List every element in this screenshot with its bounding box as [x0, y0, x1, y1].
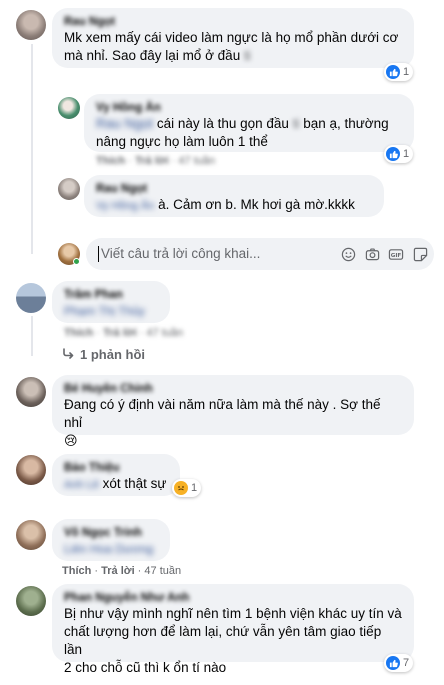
- comment-text-line: Rau Ngọt cái này là thu gọn đầu ti bạn ạ…: [96, 116, 389, 131]
- comment-bubble: Trâm Phan Phạm Thị Thủy: [52, 281, 170, 323]
- like-icon: [386, 147, 400, 161]
- timestamp[interactable]: 47 tuần: [178, 155, 215, 167]
- comment-author[interactable]: Vy Hồng Ân: [96, 101, 402, 115]
- reply-link[interactable]: Trả lời: [135, 155, 169, 167]
- reaction-count: 1: [191, 482, 198, 494]
- haha-icon: [174, 481, 188, 495]
- gif-icon[interactable]: GIF: [388, 246, 404, 262]
- view-replies-link[interactable]: 1 phản hồi: [62, 347, 145, 362]
- mention-link[interactable]: Vy Hồng Ân: [96, 200, 154, 212]
- reply-link[interactable]: Trả lời: [101, 565, 135, 577]
- svg-text:GIF: GIF: [391, 252, 402, 258]
- comment-text-line: mà nhỉ. Sao đây lại mổ ở đầu ti: [64, 48, 251, 63]
- comment-bubble: Bảo Thiệu Anh Lê xót thật sự: [52, 454, 180, 496]
- comment-text-tag[interactable]: Liên Hoa Dương: [64, 540, 158, 558]
- comment-bubble: Vy Hồng Ân Rau Ngọt cái này là thu gọn đ…: [84, 94, 414, 152]
- reaction-summary[interactable]: 1: [384, 145, 414, 163]
- timestamp[interactable]: 47 tuần: [144, 565, 181, 577]
- reply-arrow-icon: [62, 347, 74, 362]
- comment-text-line: Mk xem mấy cái video làm ngực là họ mổ p…: [64, 30, 399, 45]
- reply-input[interactable]: Viết câu trả lời công khai... GIF: [86, 238, 434, 270]
- thread-line: [31, 316, 33, 356]
- like-icon: [386, 65, 400, 79]
- reply-input-placeholder[interactable]: Viết câu trả lời công khai...: [98, 246, 340, 263]
- comment-text-line: chất lượng hơn để làm lại, chứ vẫn yên t…: [64, 624, 382, 657]
- comment-meta: Thích · Trả lời · 47 tuần: [96, 155, 216, 167]
- comment-author[interactable]: Bảo Thiệu: [64, 461, 168, 475]
- reaction-summary[interactable]: 7: [384, 654, 414, 672]
- comment-text-line: Anh Lê xót thật sự: [64, 476, 167, 491]
- emoji-icon[interactable]: [340, 246, 356, 262]
- like-link[interactable]: Thích: [96, 155, 125, 167]
- reaction-count: 1: [403, 148, 410, 160]
- avatar[interactable]: [16, 586, 46, 616]
- comment-emoji: 😢: [64, 433, 78, 448]
- mention-link[interactable]: Rau Ngọt: [96, 116, 153, 131]
- avatar[interactable]: [16, 283, 46, 313]
- comment-text-tag[interactable]: Phạm Thị Thủy: [64, 302, 158, 320]
- comment-text-line: Bị như vậy mình nghĩ nên tìm 1 bệnh viện…: [64, 606, 402, 621]
- comment-author[interactable]: Bé Huyền Chinh: [64, 382, 402, 396]
- comment-bubble: Võ Ngọc Trinh Liên Hoa Dương: [52, 519, 170, 561]
- reaction-summary[interactable]: 1: [172, 479, 202, 497]
- avatar[interactable]: [58, 97, 80, 119]
- comment-text-blurred: ti: [243, 48, 251, 63]
- thread-line: [31, 44, 33, 254]
- like-icon: [386, 656, 400, 670]
- avatar[interactable]: [16, 377, 46, 407]
- comment-bubble: Rau Ngọt Vy Hồng Ân à. Cảm ơn b. Mk hơi …: [84, 175, 384, 217]
- online-status-dot: [73, 258, 80, 265]
- comment-author[interactable]: Rau Ngọt: [96, 182, 372, 196]
- mention-link[interactable]: Anh Lê: [64, 479, 99, 491]
- timestamp[interactable]: 47 tuần: [146, 327, 183, 339]
- sticker-icon[interactable]: [412, 246, 428, 262]
- reaction-count: 1: [403, 66, 410, 78]
- comment-text-line: Vy Hồng Ân à. Cảm ơn b. Mk hơi gà mờ.kkk…: [96, 197, 355, 212]
- comment-bubble: Phan Nguyễn Như Anh Bị như vậy mình nghĩ…: [52, 584, 414, 675]
- camera-icon[interactable]: [364, 246, 380, 262]
- avatar[interactable]: [16, 455, 46, 485]
- comment-text-line: Đang có ý định vài năm nữa làm mà thế nà…: [64, 397, 381, 430]
- avatar[interactable]: [16, 10, 46, 40]
- comment-author[interactable]: Võ Ngọc Trinh: [64, 526, 158, 540]
- avatar[interactable]: [16, 520, 46, 550]
- comment-text-line: 2 cho chỗ cũ thì k ổn tí nào: [64, 660, 227, 675]
- comment-bubble: Rau Ngọt Mk xem mấy cái video làm ngực l…: [52, 8, 414, 68]
- like-link[interactable]: Thích: [62, 565, 91, 577]
- comment-author[interactable]: Phan Nguyễn Như Anh: [64, 591, 402, 605]
- reaction-summary[interactable]: 1: [384, 63, 414, 81]
- comment-bubble: Bé Huyền Chinh Đang có ý định vài năm nữ…: [52, 375, 414, 448]
- comment-text-line: nâng ngực họ làm luôn 1 thể: [96, 134, 268, 149]
- reply-link[interactable]: Trả lời: [103, 327, 137, 339]
- avatar[interactable]: [58, 178, 80, 200]
- comment-author[interactable]: Trâm Phan: [64, 288, 158, 302]
- like-link[interactable]: Thích: [64, 327, 93, 339]
- comment-author[interactable]: Rau Ngọt: [64, 15, 402, 29]
- comment-meta: Thích · Trả lời · 47 tuần: [62, 565, 182, 577]
- comment-meta: Thích · Trả lời · 47 tuần: [64, 327, 184, 339]
- reaction-count: 7: [403, 657, 410, 669]
- view-replies-label[interactable]: 1 phản hồi: [80, 347, 145, 362]
- reply-toolbar: GIF: [340, 246, 428, 262]
